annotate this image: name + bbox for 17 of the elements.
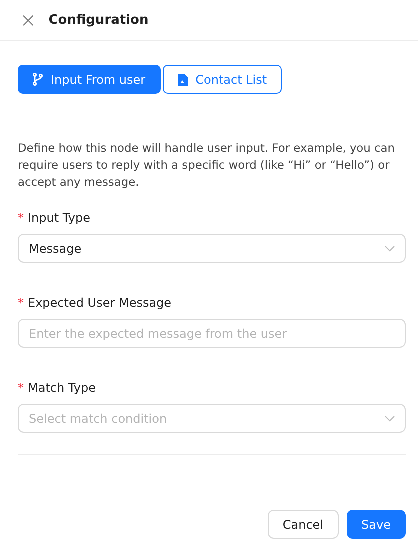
panel-title: Configuration	[48, 12, 149, 28]
save-button[interactable]: Save	[346, 510, 406, 539]
chevron-down-icon	[385, 246, 395, 252]
chevron-down-icon	[385, 416, 395, 422]
cancel-button[interactable]: Cancel	[268, 510, 339, 539]
select-field[interactable]: Select match condition	[18, 404, 406, 433]
input-field[interactable]: Enter the expected message from the user	[18, 319, 406, 348]
description-text: Define how this node will handle user input. For example, you can require users to reply with a specific word (like “Hi” or “Hello”) or accept any message.	[18, 140, 396, 191]
field-label: * Match Type	[18, 381, 97, 396]
tab[interactable]: Input From user	[18, 65, 161, 94]
close-button[interactable]: ×	[20, 10, 37, 30]
document-icon	[178, 74, 188, 86]
branch-icon	[33, 73, 43, 86]
field-label: * Input Type	[18, 211, 92, 226]
field-label: * Expected User Message	[18, 296, 173, 311]
tab[interactable]: Contact List	[162, 65, 282, 94]
select-field[interactable]: Message	[18, 234, 406, 263]
